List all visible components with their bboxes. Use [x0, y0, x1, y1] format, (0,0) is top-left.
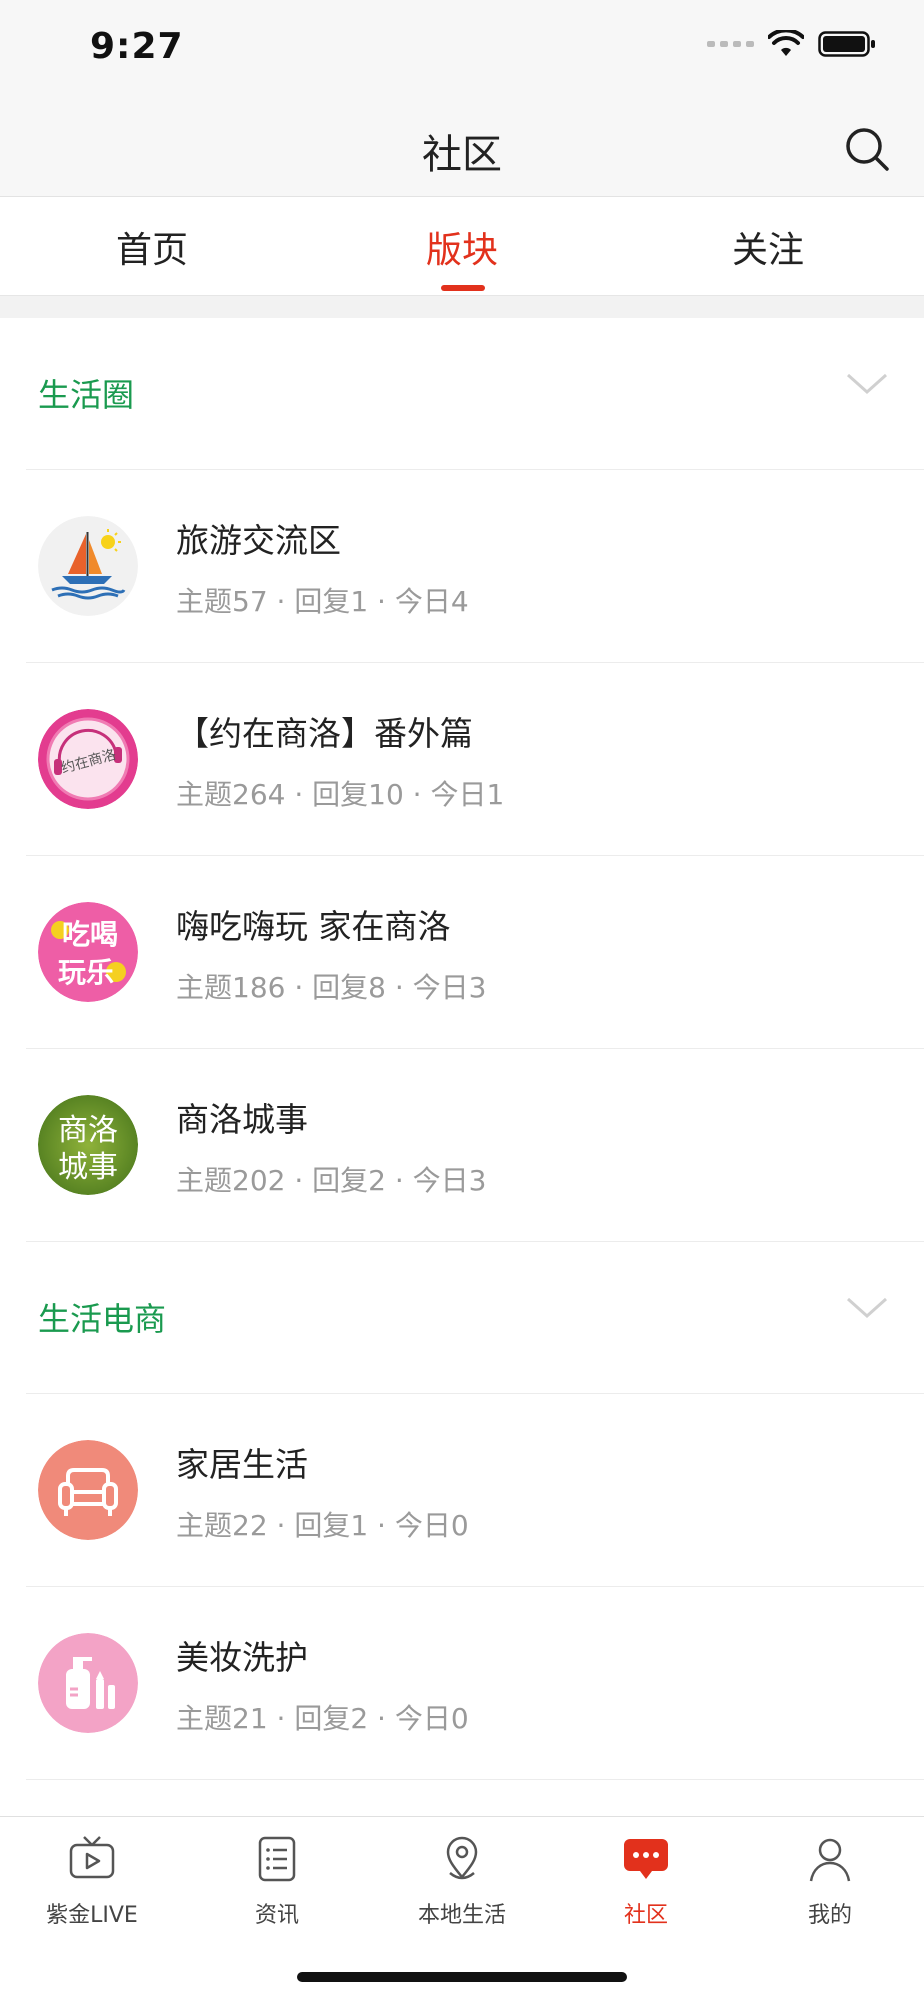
section-header-life-circle[interactable]: 生活圈	[0, 318, 924, 470]
meet-shangluo-icon: 约在商洛	[38, 709, 138, 809]
board-name: 美妆洗护	[176, 1638, 308, 1677]
city-affairs-icon: 商洛 城事	[38, 1095, 138, 1195]
header: 9:27 社区	[0, 0, 924, 196]
tabbar-label: 本地生活	[417, 1903, 506, 1928]
eat-drink-play-icon: 吃喝 玩乐	[38, 902, 138, 1002]
board-stats: 主题186 · 回复8 · 今日3	[176, 971, 487, 1004]
tabbar-item-news[interactable]: 资讯	[207, 1833, 347, 1929]
board-name: 旅游交流区	[176, 521, 341, 560]
tabbar-label: 资讯	[254, 1903, 299, 1928]
section-title: 生活圈	[38, 376, 135, 414]
avatar-text: 城事	[58, 1150, 118, 1185]
avatar-text: 商洛	[58, 1113, 118, 1148]
board-name: 【约在商洛】番外篇	[176, 714, 473, 753]
list-item[interactable]: 吃喝 玩乐 嗨吃嗨玩 家在商洛 主题186 · 回复8 · 今日3	[0, 856, 924, 1049]
signal-icon	[707, 41, 754, 47]
list-item[interactable]: 旅游交流区 主题57 · 回复1 · 今日4	[0, 470, 924, 663]
board-stats: 主题21 · 回复2 · 今日0	[176, 1702, 469, 1735]
tabbar-item-live[interactable]: 紫金LIVE	[22, 1833, 162, 1929]
list-item[interactable]: 约在商洛 【约在商洛】番外篇 主题264 · 回复10 · 今日1	[0, 663, 924, 856]
tab-home[interactable]: 首页	[72, 221, 232, 273]
active-tab-indicator	[441, 285, 485, 291]
board-name: 商洛城事	[176, 1100, 308, 1139]
tabbar-label: 紫金LIVE	[46, 1903, 138, 1928]
tabbar-item-local[interactable]: 本地生活	[392, 1833, 532, 1929]
battery-icon	[818, 31, 875, 57]
board-list: 生活圈 旅游交流区 主题57 · 回复1 · 今日4 约在商洛 【约在商洛】番外…	[0, 318, 924, 1780]
page-title: 社区	[422, 132, 502, 178]
home-indicator	[297, 1972, 627, 1982]
sofa-icon	[38, 1440, 138, 1540]
chat-bubble-icon	[624, 1839, 668, 1879]
list-item[interactable]: 美妆洗护 主题21 · 回复2 · 今日0	[0, 1587, 924, 1780]
location-icon	[446, 1836, 478, 1880]
divider	[26, 1779, 924, 1780]
tabbar-label: 我的	[807, 1903, 852, 1928]
section-gap	[0, 296, 924, 318]
board-stats: 主题202 · 回复2 · 今日3	[176, 1164, 487, 1197]
status-time: 9:27	[90, 26, 184, 67]
status-icons	[707, 30, 876, 58]
cosmetics-icon	[38, 1633, 138, 1733]
tabbar-item-community[interactable]: 社区	[576, 1833, 716, 1929]
tabbar-label: 社区	[623, 1903, 668, 1928]
section-title: 生活电商	[38, 1300, 167, 1338]
board-stats: 主题57 · 回复1 · 今日4	[176, 585, 469, 618]
chevron-down-icon[interactable]	[846, 1296, 888, 1320]
user-icon	[809, 1838, 851, 1882]
board-name: 嗨吃嗨玩 家在商洛	[176, 907, 451, 946]
list-item[interactable]: 家居生活 主题22 · 回复1 · 今日0	[0, 1394, 924, 1587]
search-icon[interactable]	[844, 126, 890, 172]
avatar-text: 玩乐	[58, 956, 114, 989]
tab-follow[interactable]: 关注	[688, 221, 848, 273]
board-stats: 主题264 · 回复10 · 今日1	[176, 778, 505, 811]
section-header-life-ecommerce[interactable]: 生活电商	[0, 1242, 924, 1394]
board-name: 家居生活	[176, 1445, 308, 1484]
tv-icon	[69, 1836, 115, 1879]
chevron-down-icon[interactable]	[846, 372, 888, 396]
wifi-icon	[768, 30, 804, 56]
tabbar-item-me[interactable]: 我的	[760, 1833, 900, 1929]
sailboat-icon	[38, 516, 138, 616]
tab-boards[interactable]: 版块	[382, 221, 542, 273]
list-item[interactable]: 商洛 城事 商洛城事 主题202 · 回复2 · 今日3	[0, 1049, 924, 1242]
avatar-text: 吃喝	[62, 918, 118, 951]
tab-bar-top: 首页 版块 关注	[0, 197, 924, 295]
list-icon	[258, 1836, 296, 1882]
board-stats: 主题22 · 回复1 · 今日0	[176, 1509, 469, 1542]
